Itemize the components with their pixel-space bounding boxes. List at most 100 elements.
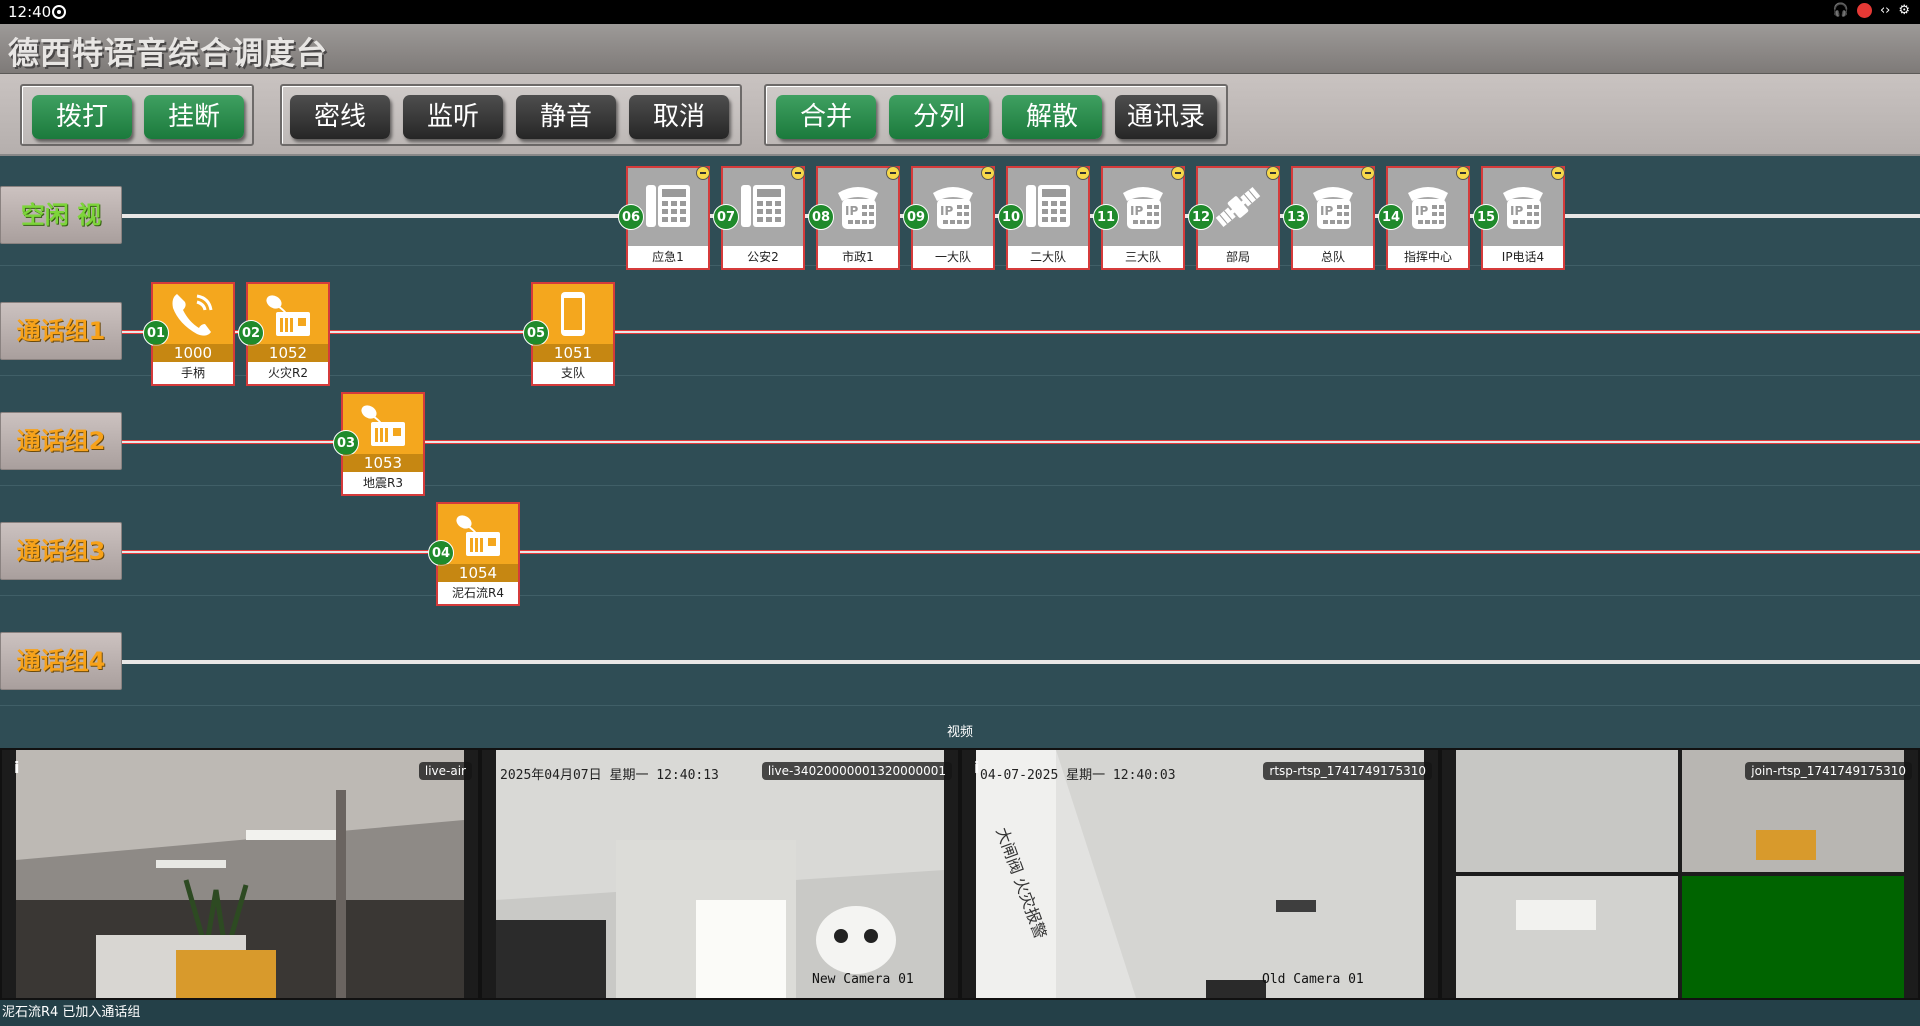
terminal-12[interactable]: 12 部局 <box>1188 166 1280 270</box>
system-status-bar: 12:40 🎧 ‹› ⚙ <box>0 0 1920 24</box>
video-feed-2[interactable]: 2025年04月07日 星期一 12:40:13 New Camera 01 l… <box>482 750 958 998</box>
title-bar: 德西特语音综合调度台 <box>0 24 1920 74</box>
group-label-idle[interactable]: 空闲 视 <box>0 186 122 244</box>
video-feed-3[interactable]: 大闸阀 火灾报警 04-07-2025 星期一 12:40:03 Old Cam… <box>962 750 1438 998</box>
terminal-number: 03 <box>333 430 359 456</box>
video-feed-4[interactable]: join-rtsp_1741749175310 <box>1442 750 1918 998</box>
terminal-13[interactable]: IP 13 总队 <box>1283 166 1375 270</box>
remove-icon[interactable] <box>1076 166 1090 180</box>
terminal-07[interactable]: 07 公安2 <box>713 166 805 270</box>
remove-icon[interactable] <box>1456 166 1470 180</box>
terminal-14[interactable]: IP 14 指挥中心 <box>1378 166 1470 270</box>
camera-osd-timestamp: 2025年04月07日 星期一 12:40:13 <box>500 768 719 783</box>
row-group4 <box>0 596 1920 706</box>
terminal-09[interactable]: IP 09 一大队 <box>903 166 995 270</box>
settings-icon: ⚙ <box>1898 3 1910 18</box>
svg-text:IP: IP <box>845 204 858 218</box>
terminal-04[interactable]: 04 1054 泥石流R4 <box>428 502 520 606</box>
camera-view <box>496 750 944 998</box>
row-group2 <box>0 376 1920 486</box>
terminal-extension: 1000 <box>153 344 233 362</box>
camera-name: Old Camera 01 <box>1262 972 1364 987</box>
dissolve-button[interactable]: 解散 <box>1002 95 1102 139</box>
group4-line <box>122 660 1920 664</box>
terminal-10[interactable]: 10 二大队 <box>998 166 1090 270</box>
terminal-name: 泥石流R4 <box>438 582 518 604</box>
terminal-02[interactable]: 02 1052 火灾R2 <box>238 282 330 386</box>
terminal-extension: 1051 <box>533 344 613 362</box>
contacts-button[interactable]: 通讯录 <box>1115 95 1217 139</box>
camera-name: New Camera 01 <box>812 972 914 987</box>
camera-view: 大闸阀 火灾报警 <box>976 750 1424 998</box>
terminal-name: 应急1 <box>628 246 708 268</box>
cancel-button[interactable]: 取消 <box>629 95 729 139</box>
terminal-name: 总队 <box>1293 246 1373 268</box>
stream-name: rtsp-rtsp_1741749175310 <box>1263 762 1432 780</box>
terminal-extension: 1052 <box>248 344 328 362</box>
terminal-03[interactable]: 03 1053 地震R3 <box>333 392 425 496</box>
merge-button[interactable]: 合并 <box>776 95 876 139</box>
dispatch-lines: 空闲 视 通话组1 通话组2 通话组3 通话组4 06 应急1 07 公安2 I… <box>0 156 1920 716</box>
remove-icon[interactable] <box>696 166 710 180</box>
terminal-number: 05 <box>523 320 549 346</box>
group-label-2[interactable]: 通话组2 <box>0 412 122 470</box>
remove-icon[interactable] <box>1171 166 1185 180</box>
camera-osd-timestamp: 04-07-2025 星期一 12:40:03 <box>980 768 1176 783</box>
group-label-4[interactable]: 通话组4 <box>0 632 122 690</box>
status-icons: 🎧 ‹› ⚙ <box>1833 3 1910 18</box>
info-icon[interactable]: i <box>974 758 979 777</box>
terminal-11[interactable]: IP 11 三大队 <box>1093 166 1185 270</box>
terminal-number: 04 <box>428 540 454 566</box>
terminal-number: 06 <box>618 204 644 230</box>
camera-view <box>16 750 464 998</box>
monitor-button[interactable]: 监听 <box>403 95 503 139</box>
terminal-number: 07 <box>713 204 739 230</box>
record-icon <box>1856 3 1872 18</box>
stream-name: join-rtsp_1741749175310 <box>1745 762 1912 780</box>
svg-text:IP: IP <box>1130 204 1143 218</box>
remove-icon[interactable] <box>1361 166 1375 180</box>
mute-button[interactable]: 静音 <box>516 95 616 139</box>
terminal-number: 02 <box>238 320 264 346</box>
group3-line <box>122 550 1920 554</box>
svg-text:IP: IP <box>1320 204 1333 218</box>
group1-line <box>122 330 1920 334</box>
terminal-name: 支队 <box>533 362 613 384</box>
remove-icon[interactable] <box>1266 166 1280 180</box>
terminal-extension: 1054 <box>438 564 518 582</box>
terminal-name: 火灾R2 <box>248 362 328 384</box>
remove-icon[interactable] <box>791 166 805 180</box>
control-button-group: 密线 监听 静音 取消 <box>280 84 742 146</box>
group-label-3[interactable]: 通话组3 <box>0 522 122 580</box>
remove-icon[interactable] <box>886 166 900 180</box>
terminal-06[interactable]: 06 应急1 <box>618 166 710 270</box>
dial-button[interactable]: 拨打 <box>32 95 132 139</box>
info-icon[interactable]: i <box>14 758 19 777</box>
video-feed-1[interactable]: i live-air <box>2 750 478 998</box>
terminal-05[interactable]: 05 1051 支队 <box>523 282 615 386</box>
terminal-15[interactable]: IP 15 IP电话4 <box>1473 166 1565 270</box>
terminal-name: 市政1 <box>818 246 898 268</box>
terminal-number: 10 <box>998 204 1024 230</box>
terminal-08[interactable]: IP 08 市政1 <box>808 166 900 270</box>
location-icon <box>52 5 66 19</box>
svg-text:IP: IP <box>940 204 953 218</box>
video-grid: i live-air 2025年04月07日 星期一 12:40:13 New … <box>0 748 1920 1000</box>
group-label-1[interactable]: 通话组1 <box>0 302 122 360</box>
terminal-number: 08 <box>808 204 834 230</box>
terminal-name: 一大队 <box>913 246 993 268</box>
terminal-number: 15 <box>1473 204 1499 230</box>
terminal-name: 部局 <box>1198 246 1278 268</box>
terminal-number: 01 <box>143 320 169 346</box>
split-button[interactable]: 分列 <box>889 95 989 139</box>
stream-name: live-air <box>418 762 472 780</box>
remove-icon[interactable] <box>981 166 995 180</box>
group-button-group: 合并 分列 解散 通讯录 <box>764 84 1228 146</box>
stream-name: live-34020000001320000001 <box>761 762 952 780</box>
row-group3 <box>0 486 1920 596</box>
terminal-01[interactable]: 01 1000 手柄 <box>143 282 235 386</box>
remove-icon[interactable] <box>1551 166 1565 180</box>
private-line-button[interactable]: 密线 <box>290 95 390 139</box>
terminal-number: 09 <box>903 204 929 230</box>
hangup-button[interactable]: 挂断 <box>144 95 244 139</box>
